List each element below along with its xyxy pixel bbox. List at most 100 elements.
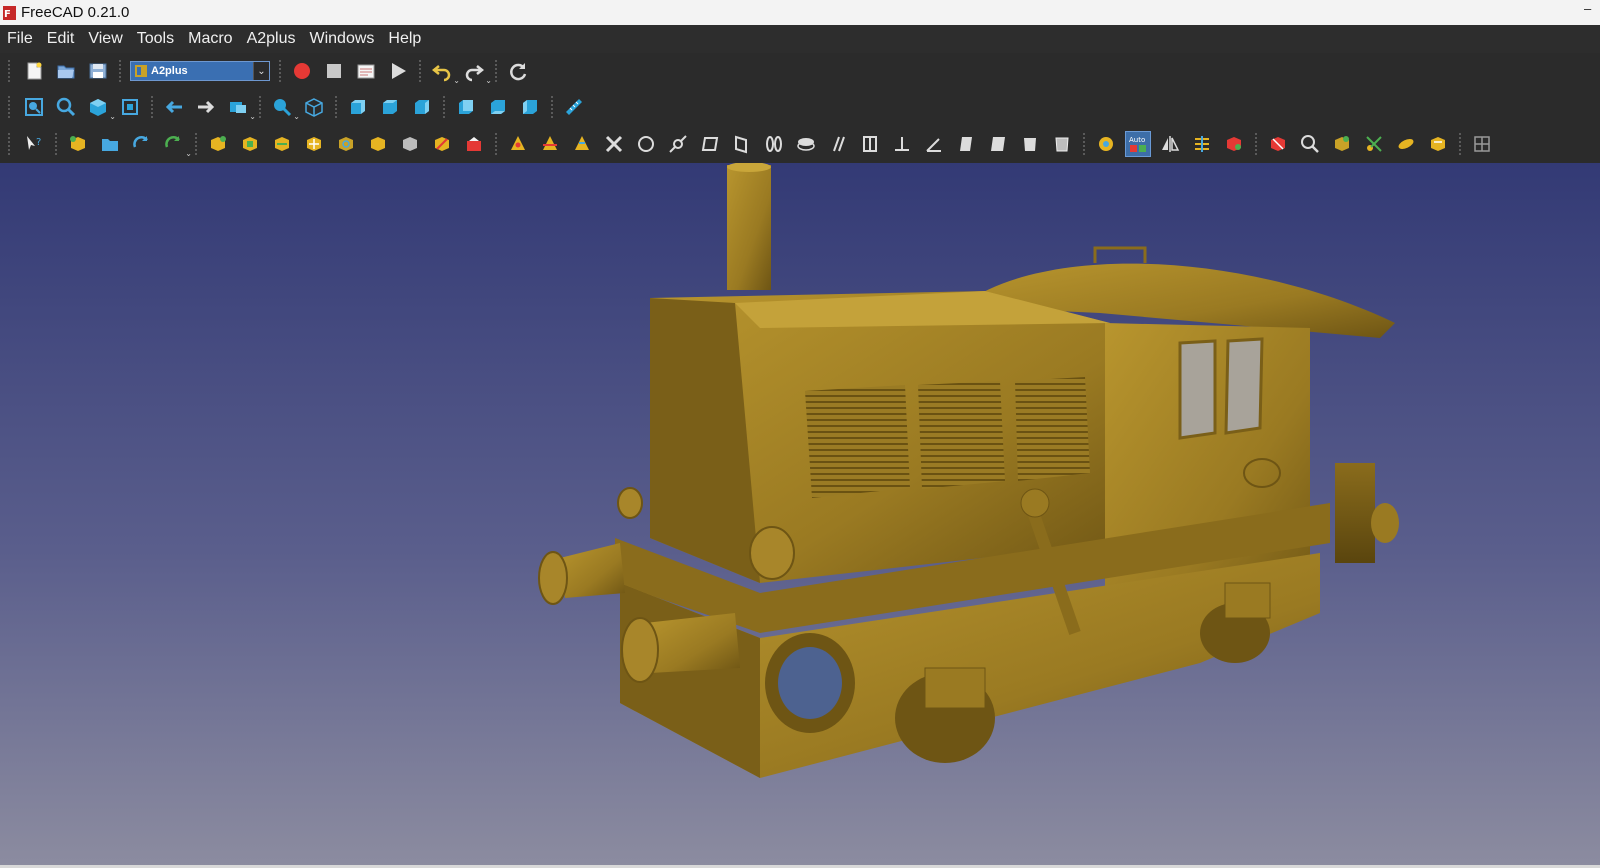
workbench-selector[interactable]: A2plus ⌄ xyxy=(130,61,270,81)
parallel-button[interactable] xyxy=(825,131,851,157)
toolbar-grip[interactable] xyxy=(8,60,12,82)
menu-macro[interactable]: Macro xyxy=(188,30,232,48)
spin-part-button[interactable] xyxy=(333,131,359,157)
macro-record-button[interactable] xyxy=(289,58,315,84)
circular-edge-button[interactable] xyxy=(665,131,691,157)
cut-parts-button[interactable] xyxy=(1361,131,1387,157)
angled-planes-button[interactable] xyxy=(729,131,755,157)
axis-plane-normal-button[interactable] xyxy=(953,131,979,157)
axial-alignment-button[interactable] xyxy=(793,131,819,157)
chevron-down-icon[interactable]: ⌄ xyxy=(109,112,116,121)
delete-connections-button[interactable] xyxy=(365,131,391,157)
back-button[interactable] xyxy=(161,94,187,120)
minimize-button[interactable]: – xyxy=(1584,2,1596,16)
fit-selection-button[interactable] xyxy=(53,94,79,120)
circular-edge-icon xyxy=(669,135,687,153)
sphere-constraint-button[interactable] xyxy=(633,131,659,157)
axis-parallel-button[interactable] xyxy=(857,131,883,157)
bom-button[interactable] xyxy=(1393,131,1419,157)
undo-button[interactable]: ⌄ xyxy=(429,58,460,85)
sync-view-button[interactable]: ⌄ xyxy=(225,94,256,121)
auto-solve-toggle[interactable]: Auto xyxy=(1125,131,1151,157)
forward-button[interactable] xyxy=(193,94,219,120)
label-parts-button[interactable] xyxy=(1329,131,1355,157)
point-on-plane-button[interactable] xyxy=(569,131,595,157)
view-bottom-button[interactable] xyxy=(485,94,511,120)
plane-constraint-button[interactable] xyxy=(697,131,723,157)
point-identity-button[interactable] xyxy=(505,131,531,157)
fit-all-button[interactable] xyxy=(21,94,47,120)
parallel-icon xyxy=(833,136,845,152)
axis-plane-parallel-button[interactable] xyxy=(889,131,915,157)
repair-tree-button[interactable] xyxy=(461,131,487,157)
repair-icon xyxy=(467,137,481,151)
menu-windows[interactable]: Windows xyxy=(309,30,374,48)
menu-file[interactable]: File xyxy=(7,30,33,48)
show-connected-button[interactable] xyxy=(1221,131,1247,157)
chevron-down-icon[interactable]: ⌄ xyxy=(253,62,269,80)
axis-coincident-button[interactable] xyxy=(761,131,787,157)
3d-viewport[interactable] xyxy=(0,163,1600,868)
toolbar-grip[interactable] xyxy=(8,96,12,118)
chevron-down-icon[interactable]: ⌄ xyxy=(249,112,256,121)
view-left-button[interactable] xyxy=(517,94,543,120)
measure-button[interactable] xyxy=(561,94,587,120)
menu-help[interactable]: Help xyxy=(388,30,421,48)
convert-part-button[interactable] xyxy=(269,131,295,157)
new-document-button[interactable] xyxy=(21,58,47,84)
refresh-button[interactable] xyxy=(505,58,531,84)
macro-editor-icon xyxy=(357,64,375,79)
toolbar-grip[interactable] xyxy=(8,133,12,155)
connected-icon xyxy=(1227,137,1241,151)
move-part-button[interactable] xyxy=(301,131,327,157)
add-part-from-file-button[interactable] xyxy=(97,131,123,157)
menu-view[interactable]: View xyxy=(88,30,122,48)
plane-coincident-button[interactable] xyxy=(985,131,1011,157)
layout-button[interactable] xyxy=(1469,131,1495,157)
add-constraint-button[interactable] xyxy=(205,131,231,157)
flip-button[interactable] xyxy=(1157,131,1183,157)
workbench-label: A2plus xyxy=(151,65,188,77)
chevron-down-icon[interactable]: ⌄ xyxy=(293,112,300,121)
chevron-down-icon[interactable]: ⌄ xyxy=(185,149,192,158)
bounding-box-button[interactable] xyxy=(117,94,143,120)
constraint-viewer-button[interactable] xyxy=(1189,131,1215,157)
search-button[interactable] xyxy=(1297,131,1323,157)
edit-part-button[interactable]: ⌄ xyxy=(161,131,192,158)
view-rear-button[interactable] xyxy=(453,94,479,120)
draw-style-button[interactable]: ⌄ xyxy=(85,94,116,121)
save-button[interactable] xyxy=(85,58,111,84)
toggle-transparency-button[interactable] xyxy=(429,131,455,157)
macro-stop-button[interactable] xyxy=(321,58,347,84)
plane-icon xyxy=(701,137,719,151)
isolate-button[interactable] xyxy=(1265,131,1291,157)
chevron-down-icon[interactable]: ⌄ xyxy=(453,76,460,85)
menu-tools[interactable]: Tools xyxy=(137,30,174,48)
solve-button[interactable] xyxy=(1093,131,1119,157)
chevron-down-icon[interactable]: ⌄ xyxy=(485,76,492,85)
shape-ref-button[interactable] xyxy=(397,131,423,157)
view-front-button[interactable] xyxy=(345,94,371,120)
update-imports-button[interactable] xyxy=(129,131,155,157)
open-button[interactable] xyxy=(53,58,79,84)
perpendicular-icon xyxy=(895,137,909,151)
delete-constraints-button[interactable] xyxy=(601,131,627,157)
center-of-mass-button[interactable] xyxy=(1017,131,1043,157)
duplicate-part-button[interactable] xyxy=(237,131,263,157)
macro-edit-button[interactable] xyxy=(353,58,379,84)
plane-offset-button[interactable] xyxy=(1049,131,1075,157)
view-isometric-button[interactable] xyxy=(301,94,327,120)
whats-this-button[interactable]: ? xyxy=(21,131,47,157)
menu-a2plus[interactable]: A2plus xyxy=(247,30,296,48)
axis-plane-angle-button[interactable] xyxy=(921,131,947,157)
menu-edit[interactable]: Edit xyxy=(47,30,75,48)
new-file-icon xyxy=(27,62,42,80)
redo-button[interactable]: ⌄ xyxy=(461,58,492,85)
macro-run-button[interactable] xyxy=(385,58,411,84)
zoom-button[interactable]: ⌄ xyxy=(269,94,300,121)
sub-assembly-button[interactable] xyxy=(1425,131,1451,157)
point-on-line-button[interactable] xyxy=(537,131,563,157)
view-right-button[interactable] xyxy=(409,94,435,120)
add-part-button[interactable] xyxy=(65,131,91,157)
view-top-button[interactable] xyxy=(377,94,403,120)
